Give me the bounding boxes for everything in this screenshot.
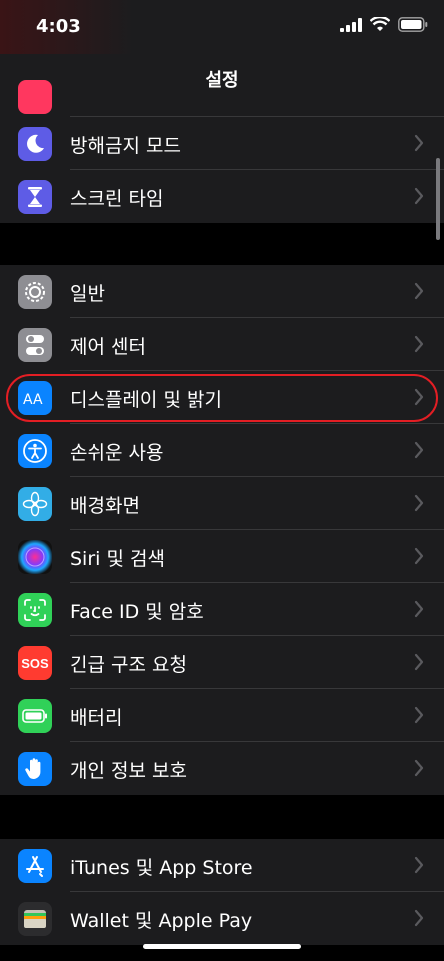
chevron-right-icon	[414, 706, 424, 724]
sos-icon-text: SOS	[21, 655, 49, 671]
moon-icon	[18, 127, 52, 161]
chevron-right-icon	[414, 494, 424, 512]
chevron-right-icon	[414, 187, 424, 205]
row-screen-time[interactable]: 스크린 타임	[0, 170, 444, 223]
cellular-signal-icon	[340, 17, 362, 32]
row-emergency-sos[interactable]: SOS 긴급 구조 요청	[0, 636, 444, 689]
battery-icon	[18, 699, 52, 733]
chevron-right-icon	[414, 547, 424, 565]
app-store-icon	[18, 849, 52, 883]
row-siri-search[interactable]: Siri 및 검색	[0, 530, 444, 583]
chevron-right-icon	[414, 759, 424, 777]
row-label: Wallet 및 Apple Pay	[70, 910, 253, 932]
row-label: 개인 정보 보호	[70, 760, 187, 782]
row-label: 방해금지 모드	[70, 135, 181, 157]
row-label: Siri 및 검색	[70, 548, 165, 570]
status-bar: 4:03	[0, 0, 444, 54]
chevron-right-icon	[414, 388, 424, 406]
row-label: 긴급 구조 요청	[70, 654, 187, 676]
chevron-right-icon	[414, 856, 424, 874]
svg-text:AA: AA	[23, 392, 43, 407]
row-label: 제어 센터	[70, 336, 146, 358]
toggles-icon	[18, 328, 52, 362]
chevron-right-icon	[414, 653, 424, 671]
page-title: 설정	[205, 70, 239, 91]
row-wallpaper[interactable]: 배경화면	[0, 477, 444, 530]
chevron-right-icon	[414, 282, 424, 300]
settings-group-focus: 방해금지 모드 스크린 타임	[0, 80, 444, 223]
notifications-icon	[18, 80, 52, 114]
wallet-icon	[18, 902, 52, 936]
row-do-not-disturb[interactable]: 방해금지 모드	[0, 117, 444, 170]
chevron-right-icon	[414, 441, 424, 459]
row-battery[interactable]: 배터리	[0, 689, 444, 742]
sos-icon: SOS	[18, 646, 52, 680]
row-label: 일반	[70, 283, 105, 305]
status-icons	[340, 17, 428, 32]
row-accessibility[interactable]: 손쉬운 사용	[0, 424, 444, 477]
settings-group-general: 일반 제어 센터 AA 디스플레이 및 밝기 손쉬운 사용 배경화면 Siri …	[0, 265, 444, 795]
row-face-id[interactable]: Face ID 및 암호	[0, 583, 444, 636]
siri-icon	[18, 540, 52, 574]
row-label: 디스플레이 및 밝기	[70, 389, 222, 411]
partial-row	[0, 80, 444, 117]
row-label: 배터리	[70, 707, 123, 729]
home-indicator[interactable]	[143, 944, 301, 949]
row-label: 스크린 타임	[70, 188, 164, 210]
status-time: 4:03	[36, 16, 81, 37]
chevron-right-icon	[414, 335, 424, 353]
row-control-center[interactable]: 제어 센터	[0, 318, 444, 371]
face-id-icon	[18, 593, 52, 627]
accessibility-icon	[18, 434, 52, 468]
row-display-brightness[interactable]: AA 디스플레이 및 밝기	[0, 371, 444, 424]
navigation-bar: 설정	[0, 54, 444, 105]
row-label: iTunes 및 App Store	[70, 857, 253, 879]
settings-group-store: iTunes 및 App Store Wallet 및 Apple Pay	[0, 839, 444, 945]
row-privacy[interactable]: 개인 정보 보호	[0, 742, 444, 795]
row-label: Face ID 및 암호	[70, 601, 204, 623]
text-size-icon: AA	[18, 381, 52, 415]
row-general[interactable]: 일반	[0, 265, 444, 318]
gear-icon	[18, 275, 52, 309]
row-app-store[interactable]: iTunes 및 App Store	[0, 839, 444, 892]
flower-icon	[18, 487, 52, 521]
row-label: 손쉬운 사용	[70, 442, 164, 464]
hourglass-icon	[18, 180, 52, 214]
hand-icon	[18, 752, 52, 786]
wifi-icon	[370, 17, 390, 31]
battery-status-icon	[398, 17, 428, 32]
chevron-right-icon	[414, 909, 424, 927]
row-wallet[interactable]: Wallet 및 Apple Pay	[0, 892, 444, 945]
scrollbar[interactable]	[436, 158, 440, 240]
chevron-right-icon	[414, 134, 424, 152]
row-label: 배경화면	[70, 495, 140, 517]
chevron-right-icon	[414, 600, 424, 618]
